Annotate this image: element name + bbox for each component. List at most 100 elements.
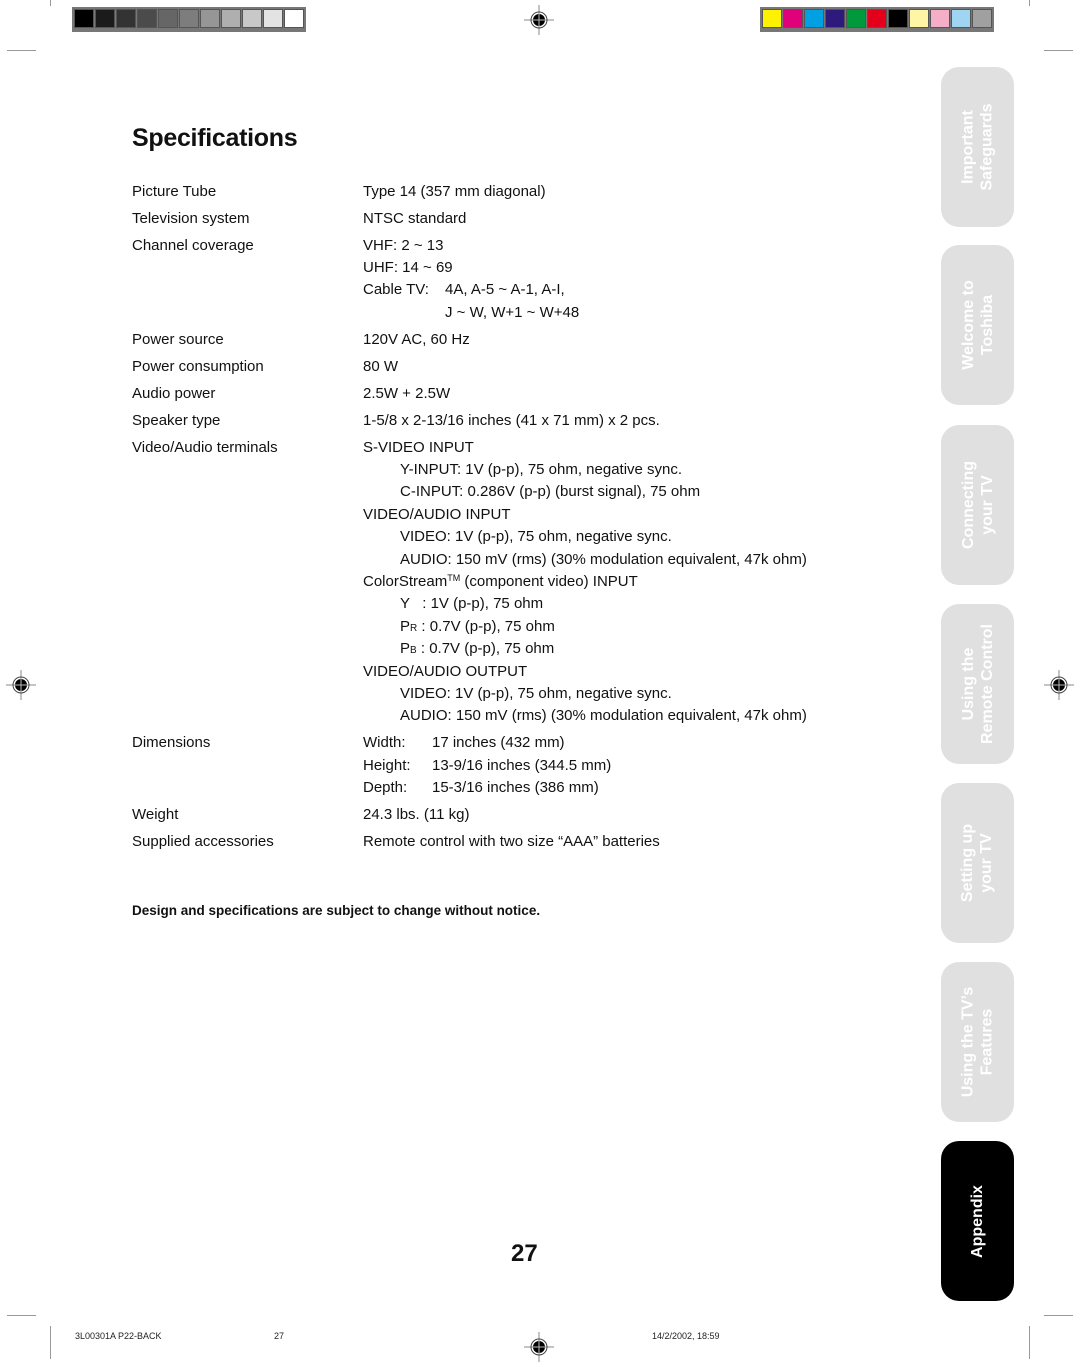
footer-datetime: 14/2/2002, 18:59: [652, 1331, 720, 1341]
spec-label: Audio power: [132, 385, 216, 402]
spec-value: 80 W: [363, 358, 399, 375]
page-number: 27: [511, 1240, 538, 1267]
color-swatch: [200, 9, 220, 28]
spec-label: Video/Audio terminals: [132, 439, 278, 456]
tab-label-line: Using the TV’s: [959, 986, 977, 1098]
spec-value: 24.3 lbs. (11 kg): [363, 806, 470, 823]
spec-label: Channel coverage: [132, 237, 254, 254]
crop-mark: [1044, 1315, 1073, 1316]
spec-value: S-VIDEO INPUT: [363, 439, 474, 456]
color-swatch: [137, 9, 157, 28]
color-swatch: [804, 9, 824, 28]
color-swatch: [867, 9, 887, 28]
spec-value: 1-5/8 x 2-13/16 inches (41 x 71 mm) x 2 …: [363, 412, 660, 429]
spec-value: VIDEO: 1V (p-p), 75 ohm, negative sync.: [400, 528, 672, 545]
color-swatch: [909, 9, 929, 28]
color-swatch: [888, 9, 908, 28]
spec-label: Weight: [132, 806, 179, 823]
tab-label-line: Toshiba: [978, 294, 996, 356]
section-tab-label: Setting up your TV: [959, 824, 997, 902]
spec-value: AUDIO: 150 mV (rms) (30% modulation equi…: [400, 707, 807, 724]
color-swatch: [179, 9, 199, 28]
dimension-value: 15-3/16 inches (386 mm): [432, 779, 599, 796]
registration-mark-icon: [6, 670, 36, 700]
color-swatch: [263, 9, 283, 28]
tab-label-line: Setting up: [959, 823, 977, 903]
section-tab-label: Welcome to Toshiba: [959, 280, 997, 370]
color-swatch: [972, 9, 992, 28]
color-swatch: [930, 9, 950, 28]
registration-mark-icon: [524, 1332, 554, 1362]
spec-label: Supplied accessories: [132, 833, 274, 850]
tab-label-line: Using the: [959, 647, 977, 721]
tab-label-line: Welcome to: [959, 280, 977, 370]
dimension-value: 13-9/16 inches (344.5 mm): [432, 757, 612, 774]
crop-mark: [50, 1326, 51, 1359]
section-tab-label: Using the Remote Control: [959, 624, 997, 744]
spec-value: PR : 0.7V (p-p), 75 ohm: [400, 618, 555, 635]
page-title: Specifications: [132, 124, 298, 152]
change-notice: Design and specifications are subject to…: [132, 903, 541, 918]
trademark-mark: TM: [447, 573, 461, 583]
color-swatch: [242, 9, 262, 28]
spec-value: NTSC standard: [363, 210, 467, 227]
tab-label-line: Remote Control: [978, 624, 996, 744]
spec-value: C-INPUT: 0.286V (p-p) (burst signal), 75…: [400, 483, 701, 500]
spec-value: Y : 1V (p-p), 75 ohm: [400, 595, 544, 612]
pb-label: P: [400, 640, 411, 657]
spec-value: VIDEO/AUDIO OUTPUT: [363, 663, 528, 680]
registration-mark-icon: [524, 5, 554, 35]
section-tab-label: Connecting your TV: [959, 461, 997, 549]
tab-label-line: your TV: [978, 833, 996, 893]
pb-value: : 0.7V (p-p), 75 ohm: [416, 640, 555, 657]
color-swatch: [74, 9, 94, 28]
spec-value: Y-INPUT: 1V (p-p), 75 ohm, negative sync…: [400, 461, 683, 478]
pr-value: : 0.7V (p-p), 75 ohm: [417, 618, 555, 635]
spec-value: Remote control with two size “AAA” batte…: [363, 833, 660, 850]
color-swatch: [221, 9, 241, 28]
colorstream-label-suffix: (component video) INPUT: [460, 573, 638, 590]
crop-mark: [7, 1315, 36, 1316]
spec-value: 120V AC, 60 Hz: [363, 331, 470, 348]
section-tab[interactable]: Using the TV’s Features: [941, 962, 1014, 1122]
footer-page: 27: [274, 1331, 285, 1341]
section-tab[interactable]: Welcome to Toshiba: [941, 245, 1014, 405]
spec-label: Power consumption: [132, 358, 264, 375]
spec-label: Television system: [132, 210, 250, 227]
pb-label-sub: B: [410, 645, 417, 656]
crop-mark: [50, 0, 51, 6]
color-swatch: [95, 9, 115, 28]
color-swatch: [116, 9, 136, 28]
tab-label-line: Safeguards: [978, 103, 996, 191]
tab-label-line: Appendix: [968, 1184, 986, 1258]
section-tab[interactable]: Using the Remote Control: [941, 604, 1014, 764]
tab-label-line: Connecting: [959, 461, 977, 549]
spec-label: Dimensions: [132, 734, 211, 751]
spec-value: VHF: 2 ~ 13: [363, 237, 444, 254]
color-swatch: [825, 9, 845, 28]
spec-value: VIDEO: 1V (p-p), 75 ohm, negative sync.: [400, 685, 672, 702]
section-tab-label: Important Safeguards: [959, 103, 997, 190]
registration-mark-icon: [1044, 670, 1074, 700]
grayscale-calibration-bar: [72, 7, 306, 32]
section-tab[interactable]: Connecting your TV: [941, 425, 1014, 585]
spec-value: Cable TV:: [363, 281, 429, 298]
section-tab[interactable]: Appendix: [941, 1141, 1014, 1301]
spec-value: Type 14 (357 mm diagonal): [363, 183, 546, 200]
spec-label: Speaker type: [132, 412, 221, 429]
color-swatch: [284, 9, 304, 28]
crop-mark: [1029, 1326, 1030, 1359]
section-tab-label: Using the TV’s Features: [959, 987, 997, 1098]
spec-value: PB : 0.7V (p-p), 75 ohm: [400, 640, 554, 657]
section-tab[interactable]: Setting up your TV: [941, 783, 1014, 943]
spec-value: UHF: 14 ~ 69: [363, 259, 453, 276]
section-tab[interactable]: Important Safeguards: [941, 67, 1014, 227]
spec-value: 2.5W + 2.5W: [363, 385, 451, 402]
color-swatch: [951, 9, 971, 28]
dimension-key: Width:: [363, 734, 406, 751]
spec-value: VIDEO/AUDIO INPUT: [363, 506, 511, 523]
tab-label-line: Features: [978, 1008, 996, 1076]
spec-value: AUDIO: 150 mV (rms) (30% modulation equi…: [400, 551, 807, 568]
color-swatch: [762, 9, 782, 28]
dimension-key: Depth:: [363, 779, 408, 796]
